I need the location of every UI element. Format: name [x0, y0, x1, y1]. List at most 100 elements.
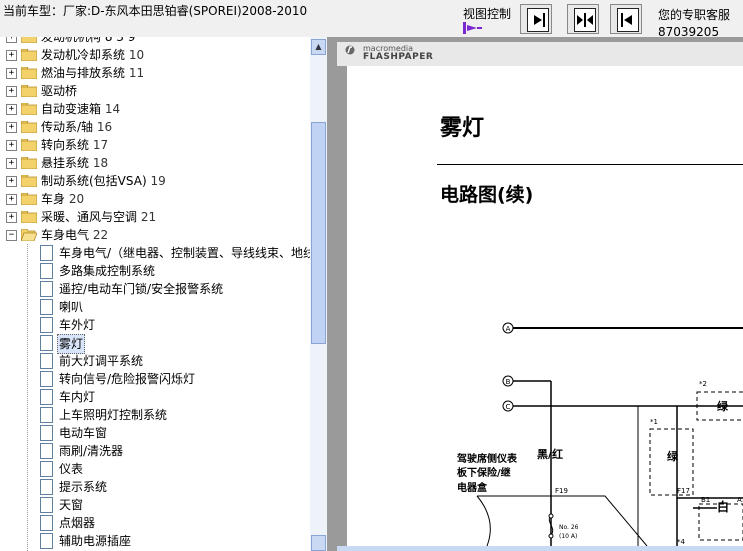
note-star-2: *2	[699, 380, 707, 388]
tree-folder-label: 发动机机构 8 3 9	[41, 37, 136, 44]
pin-label: F17	[677, 487, 690, 495]
fuse-box-label: 电器盒	[457, 481, 488, 494]
tree-connector	[27, 244, 28, 551]
vehicle-title: 当前车型：厂家:D-东风本田思铂睿(SPOREI)2008-2010	[3, 4, 308, 18]
tree-folder-label: 悬挂系统	[41, 156, 90, 170]
fuse-rating-label: (10 A)	[559, 533, 577, 540]
tree-item[interactable]: 车身电气/（继电器、控制装置、导线线束、地线）	[0, 244, 310, 262]
tree-folder-label: 传动系/轴	[41, 120, 94, 134]
document-icon	[40, 515, 53, 531]
tree-folder-number: 14	[104, 102, 121, 116]
document-icon	[40, 479, 53, 495]
document-icon	[40, 263, 53, 279]
tree-item-label: 雾灯	[57, 334, 86, 354]
top-bar: 当前车型：厂家:D-东风本田思铂睿(SPOREI)2008-2010 视图控制 …	[0, 0, 743, 39]
folder-icon	[21, 175, 37, 187]
expand-icon[interactable]: +	[6, 50, 17, 61]
tree-folder-label: 制动系统(包括VSA)	[41, 174, 147, 188]
folder-icon	[21, 211, 37, 223]
terminal-c-label: C	[506, 403, 511, 411]
scroll-up-arrow-icon[interactable]: ▲	[311, 39, 326, 55]
tree-item-label: 电动车窗	[59, 426, 108, 440]
collapse-icon[interactable]: −	[6, 230, 17, 241]
page-title: 雾灯	[440, 116, 485, 141]
expand-icon[interactable]: +	[6, 194, 17, 205]
document-icon	[40, 533, 53, 549]
prev-page-icon	[617, 8, 639, 32]
wire-color-label: 白	[717, 499, 729, 514]
flashpaper-icon	[345, 45, 355, 55]
document-icon	[40, 335, 53, 351]
folder-icon	[21, 37, 37, 43]
scroll-down-arrow-icon[interactable]	[311, 535, 326, 551]
prev-page-button[interactable]	[610, 4, 642, 34]
tree-item-label: 前大灯调平系统	[59, 354, 144, 368]
tree-item-label: 车身电气/（继电器、控制装置、导线线束、地线）	[59, 246, 310, 260]
expand-icon[interactable]: +	[6, 122, 17, 133]
expand-icon[interactable]: +	[6, 104, 17, 115]
tree-item-label: 辅助电源插座	[59, 534, 132, 548]
document-icon	[40, 389, 53, 405]
folder-icon	[21, 139, 37, 151]
fuse-box-label: 板下保险/继	[457, 466, 511, 479]
tree-folder-number: 10	[128, 48, 145, 62]
wire-color-label: 黑/红	[537, 447, 563, 461]
pin-label: B1	[701, 496, 710, 504]
fit-page-icon	[574, 8, 596, 32]
fit-width-icon	[527, 8, 549, 32]
note-star-1: *1	[650, 418, 658, 426]
expand-icon[interactable]: +	[6, 86, 17, 97]
tree-folder-label: 燃油与排放系统	[41, 66, 126, 80]
document-icon	[40, 443, 53, 459]
scrollbar-thumb[interactable]	[311, 122, 326, 344]
title-divider	[437, 164, 743, 165]
tree-item-label: 提示系统	[59, 480, 108, 494]
folder-icon	[21, 49, 37, 61]
terminal-b-label: B	[506, 378, 511, 386]
wire-color-label: 绿	[717, 399, 729, 413]
fit-width-button[interactable]	[520, 4, 552, 34]
folder-icon	[21, 157, 37, 169]
expand-icon[interactable]: +	[6, 37, 17, 43]
document-icon	[40, 281, 53, 297]
tree-folder-number: 20	[68, 192, 85, 206]
tree-folder-number: 16	[96, 120, 113, 134]
pin-label: A1	[737, 496, 743, 504]
expand-icon[interactable]: +	[6, 140, 17, 151]
document-icon	[40, 317, 53, 333]
folder-icon	[21, 103, 37, 115]
fuse-id-label: F19	[555, 487, 568, 495]
expand-icon[interactable]: +	[6, 176, 17, 187]
tree-folder-label: 车身电气	[41, 228, 90, 242]
tree-folder-number: 18	[92, 156, 109, 170]
open-folder-icon	[21, 229, 37, 241]
tree-item-label: 仪表	[59, 462, 84, 476]
document-icon	[40, 461, 53, 477]
tree-folder-label: 自动变速箱	[41, 102, 102, 116]
tree-folder-label: 车身	[41, 192, 66, 206]
document-icon	[40, 371, 53, 387]
fuse-box-label: 驾驶席侧仪表	[456, 452, 518, 465]
expand-icon[interactable]: +	[6, 68, 17, 79]
expand-icon[interactable]: +	[6, 158, 17, 169]
service-label: 您的专职客服	[658, 8, 731, 22]
tree-folder-number: 11	[128, 66, 145, 80]
fit-page-button[interactable]	[567, 4, 599, 34]
document-icon	[40, 497, 53, 513]
tree-item-label: 车内灯	[59, 390, 96, 404]
folder-icon	[21, 193, 37, 205]
catalog-tree[interactable]: + 发动机机构 8 3 9 + 发动机冷却系统 10 + 燃油与排放系统 11 …	[0, 37, 310, 551]
note-star-4: *4	[677, 538, 686, 546]
tree-item-label: 天窗	[59, 498, 84, 512]
document-icon	[40, 353, 53, 369]
expand-icon[interactable]: +	[6, 212, 17, 223]
view-indicator-icon	[463, 22, 482, 34]
document-icon	[40, 245, 53, 261]
document-icon	[40, 299, 53, 315]
view-control-label: 视图控制	[463, 7, 512, 21]
tree-folder-label: 发动机冷却系统	[41, 48, 126, 62]
tree-folder-number: 17	[92, 138, 109, 152]
viewer-horizontal-scrollbar[interactable]	[337, 546, 743, 551]
tree-item-label: 喇叭	[59, 300, 84, 314]
tree-item-label: 雨刷/清洗器	[59, 444, 124, 458]
